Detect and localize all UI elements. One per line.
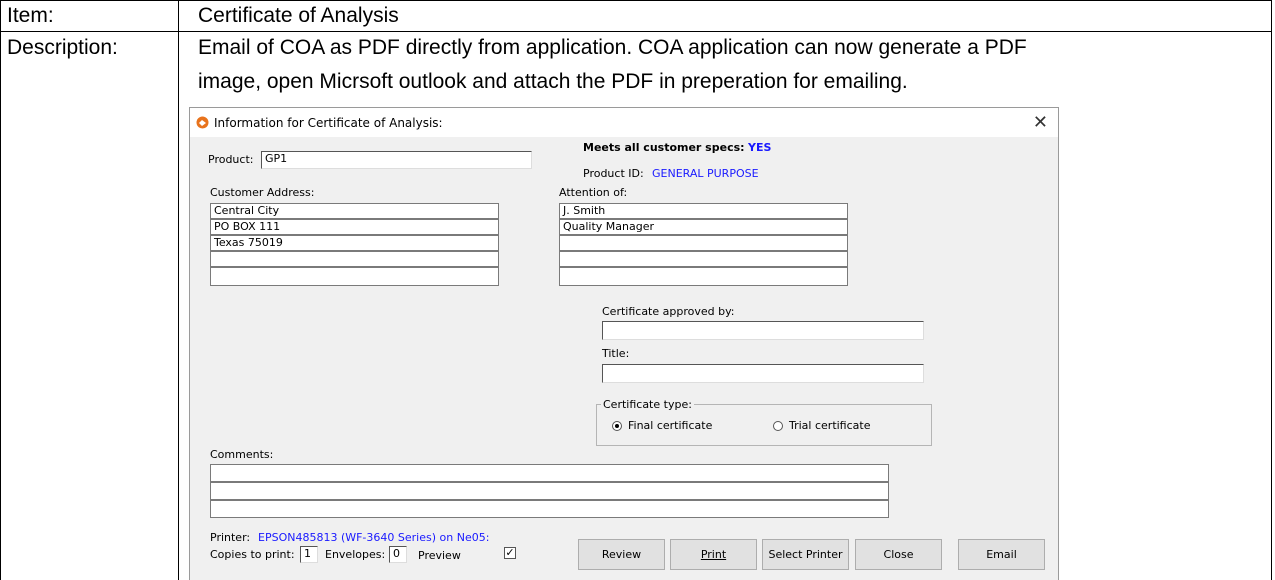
comments-line-3[interactable]: [210, 500, 889, 518]
title-input[interactable]: [602, 364, 924, 383]
item-label: Item:: [7, 4, 54, 27]
customer-address-line-5[interactable]: [210, 267, 499, 286]
table-border-top: [0, 0, 1272, 1]
certificate-app-icon: [196, 116, 209, 129]
certificate-type-label: Certificate type:: [601, 398, 694, 411]
approved-by-input[interactable]: [602, 321, 924, 340]
select-printer-button[interactable]: Select Printer: [762, 539, 849, 570]
dialog-titlebar: Information for Certificate of Analysis:…: [190, 108, 1058, 137]
print-button-label: Print: [700, 548, 727, 561]
description-label: Description:: [7, 36, 118, 59]
attention-label: Attention of:: [559, 186, 628, 199]
envelopes-label: Envelopes:: [325, 548, 386, 561]
attention-line-5[interactable]: [559, 267, 848, 286]
coa-dialog: Information for Certificate of Analysis:…: [189, 107, 1059, 580]
item-value: Certificate of Analysis: [198, 4, 399, 27]
select-printer-button-label: Select Printer: [768, 548, 843, 561]
print-button[interactable]: Print: [670, 539, 757, 570]
approved-by-label: Certificate approved by:: [602, 305, 735, 318]
printer-label: Printer:: [210, 531, 251, 544]
meets-specs-value: YES: [748, 141, 772, 154]
comments-line-2[interactable]: [210, 482, 889, 500]
attention-line-3[interactable]: [559, 235, 848, 251]
product-id-value: GENERAL PURPOSE: [652, 167, 759, 180]
meets-specs-label: Meets all customer specs:: [583, 141, 745, 154]
close-button-label: Close: [883, 548, 914, 561]
customer-address-line-3[interactable]: Texas 75019: [210, 235, 499, 251]
product-label: Product:: [208, 153, 254, 166]
title-label: Title:: [602, 347, 630, 360]
comments-line-1[interactable]: [210, 464, 889, 482]
description-line-1: Email of COA as PDF directly from applic…: [198, 36, 1027, 59]
final-certificate-label[interactable]: Final certificate: [628, 419, 712, 432]
product-input[interactable]: GP1: [261, 151, 532, 169]
email-button[interactable]: Email: [958, 539, 1045, 570]
copies-label: Copies to print:: [210, 548, 295, 561]
copies-input[interactable]: 1: [300, 546, 318, 563]
product-id-label: Product ID:: [583, 167, 644, 180]
attention-line-2[interactable]: Quality Manager: [559, 219, 848, 235]
table-border-right: [1271, 0, 1272, 580]
review-button[interactable]: Review: [578, 539, 665, 570]
attention-line-1[interactable]: J. Smith: [559, 203, 848, 219]
preview-checkbox[interactable]: ✓: [504, 547, 516, 559]
trial-certificate-label[interactable]: Trial certificate: [789, 419, 870, 432]
description-line-2: image, open Micrsoft outlook and attach …: [198, 70, 908, 93]
customer-address-label: Customer Address:: [210, 186, 315, 199]
customer-address-line-4[interactable]: [210, 251, 499, 267]
trial-certificate-radio[interactable]: [773, 421, 783, 431]
envelopes-input[interactable]: 0: [389, 546, 407, 563]
preview-label[interactable]: Preview: [418, 549, 461, 562]
attention-line-4[interactable]: [559, 251, 848, 267]
close-icon[interactable]: ✕: [1033, 112, 1048, 133]
close-button[interactable]: Close: [855, 539, 942, 570]
email-button-label: Email: [986, 548, 1017, 561]
customer-address-line-2[interactable]: PO BOX 111: [210, 219, 499, 235]
printer-value: EPSON485813 (WF-3640 Series) on Ne05:: [258, 531, 490, 544]
table-column-divider: [178, 0, 179, 580]
table-border-left: [0, 0, 1, 580]
dialog-title: Information for Certificate of Analysis:: [214, 116, 443, 130]
review-button-label: Review: [601, 548, 642, 561]
customer-address-line-1[interactable]: Central City: [210, 203, 499, 219]
table-row-divider: [0, 31, 1272, 32]
final-certificate-radio[interactable]: [612, 421, 622, 431]
comments-label: Comments:: [210, 448, 274, 461]
